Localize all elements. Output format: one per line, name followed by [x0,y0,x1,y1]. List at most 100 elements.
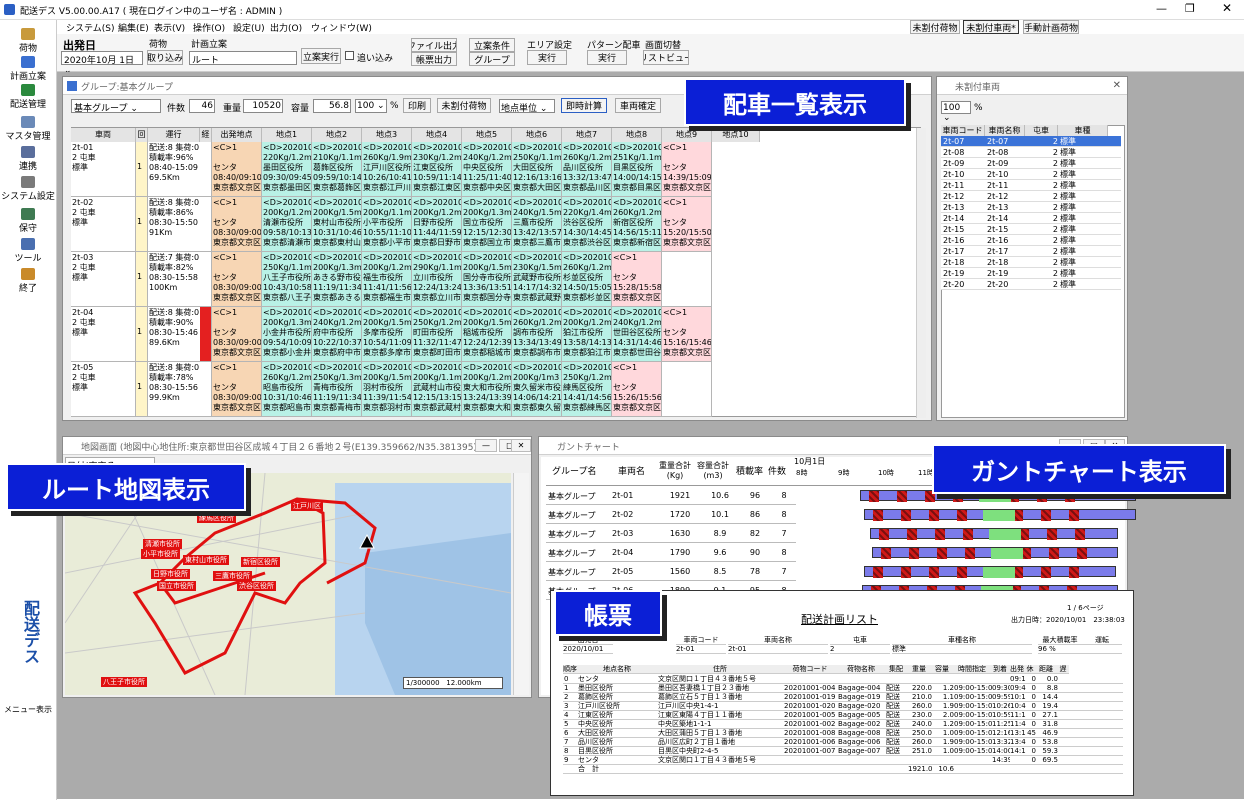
grid-stop-cell[interactable]: <D>20201001- 200Kg/1.3m3 小金井市役所 09:54/10… [262,307,312,362]
date-select[interactable]: 2020年10月 1日 ⌄ [61,51,143,76]
grid-stop-cell[interactable]: <C>1 センタ 15:16/15:46 東京都文京区関口 [662,307,712,362]
grid-stop-cell[interactable]: <D>20201001- 290Kg/1.1m3 立川市役所 12:24/13:… [412,252,462,307]
vehicle-row[interactable]: 2t-09 2t-09 2 標準 [941,158,1121,169]
list-view-button[interactable]: リストビュー [643,50,689,65]
menu-view[interactable]: 表示(V) [154,21,185,34]
sidebar-item-maintenance[interactable]: 保守 [0,208,56,234]
unassigned-vehicle-top-button[interactable]: 未割付車両* [963,20,1019,34]
vehicle-row[interactable]: 2t-10 2t-10 2 標準 [941,169,1121,180]
grid-stop-cell[interactable] [662,362,712,417]
close-icon[interactable]: ✕ [1222,1,1232,15]
grid-route-cell[interactable] [200,307,212,362]
vehicle-row[interactable]: 2t-07 2t-07 2 標準 [941,136,1121,147]
sidebar-item-exit[interactable]: 終了 [0,268,56,294]
grid-stop-cell[interactable]: <D>20201001- 200Kg/1.1m3 小平市役所 10:55/11:… [362,197,412,252]
grid-vehicle-cell[interactable]: 2t-02 2 屯車 標準 [71,197,136,252]
map-label[interactable]: 新宿区役所 [241,557,280,567]
grid-stop-cell[interactable]: <C>1 センタ 14:39/15:09 東京都文京区関口 [662,142,712,197]
map-label[interactable]: 東村山市役所 [183,555,229,565]
grid-stop-cell[interactable]: <C>1 センタ 15:20/15:50 東京都文京区関口 [662,197,712,252]
grid-stop-cell[interactable]: <C>1 センタ 08:30/09:00 東京都文京区関口 [212,252,262,307]
grid-stop-cell[interactable]: <D>20201001- 200Kg/1.2m3 狛江市役所 13:58/14:… [562,307,612,362]
grid-stop-cell[interactable]: <D>20201001- 260Kg/1.9m3 江戸川区役所 10:26/10… [362,142,412,197]
minimize-icon[interactable]: — [1156,2,1167,15]
grid-stop-cell[interactable]: <D>20201001- 200Kg/1.2m3 福生市役所 11:41/11:… [362,252,412,307]
unassigned-cargo-top-button[interactable]: 未割付荷物 [910,20,960,34]
map-label[interactable]: 八王子市役所 [101,677,147,687]
grid-stop-cell[interactable]: <D>20201001- 200Kg/1.5m3 国分寺市役所 13:36/13… [462,252,512,307]
grid-stop-cell[interactable]: <D>20201001- 200Kg/1.1m3 武蔵村山市役所 12:15/1… [412,362,462,417]
grid-stop-cell[interactable]: <D>20201001- 240Kg/1.2m3 中央区役所 11:25/11:… [462,142,512,197]
group-select[interactable]: 基本グループ ⌄ [71,99,161,114]
map-zoom-slider[interactable] [513,473,529,695]
menu-display-toggle[interactable]: メニュー表示 [4,704,52,715]
vehicle-confirm-button[interactable]: 車両確定 [615,98,661,113]
menu-settings[interactable]: 設定(U) [233,21,265,34]
grid-stop-cell[interactable]: <D>20201001- 250Kg/1.3m3 青梅市役所 11:19/11:… [312,362,362,417]
map-label[interactable]: 渋谷区役所 [237,581,276,591]
manual-plan-cargo-button[interactable]: 手動計画荷物 [1023,20,1079,34]
grid-stop-cell[interactable]: <D>20201001- 230Kg/1.5m3 武蔵野市役所 14:17/14… [512,252,562,307]
zoom-select[interactable]: 100 ⌄ [355,99,387,113]
grid-stop-cell[interactable]: <D>20201001- 200Kg/1.2m3 東大和市役所 13:24/13… [462,362,512,417]
grid-stop-cell[interactable]: <C>1 センタ 15:26/15:56 東京都文京区関口 [612,362,662,417]
grid-stop-cell[interactable]: <D>20201001- 220Kg/1.4m3 渋谷区役所 14:30/14:… [562,197,612,252]
grid-route-cell[interactable] [200,252,212,307]
vehicle-row[interactable]: 2t-19 2t-19 2 標準 [941,268,1121,279]
grid-stop-cell[interactable]: <D>20201001- 260Kg/1.2m3 杉並区役所 14:50/15:… [562,252,612,307]
map-minimize-icon[interactable]: — [475,439,497,452]
grid-stop-cell[interactable]: <D>20201001- 220Kg/1.2m3 墨田区役所 09:30/09:… [262,142,312,197]
gantt-bar[interactable] [872,547,1118,559]
sidebar-item-system[interactable]: システム設定 [0,176,56,202]
plan-run-button[interactable]: 立案実行 [301,48,341,64]
grid-stop-cell[interactable]: <C>1 センタ 08:30/09:00 東京都文京区関口 [212,362,262,417]
report-output-button[interactable]: 帳票出力 [411,52,457,66]
grid-stop-cell[interactable] [662,252,712,307]
vehicle-window-close-icon[interactable]: ✕ [1113,80,1121,91]
grid-stop-cell[interactable]: <D>20201001- 200Kg/1m3 東久留米市役所 14:06/14:… [512,362,562,417]
grid-rotation-cell[interactable]: 1 [136,362,148,417]
menu-system[interactable]: システム(S) [66,21,114,34]
grid-stop-cell[interactable]: <D>20201001- 251Kg/1.1m3 目黒区役所 14:00/14:… [612,142,662,197]
sidebar-item-delivery[interactable]: 配送管理 [0,84,56,110]
menu-window[interactable]: ウィンドウ(W) [311,21,372,34]
map-label[interactable]: 小平市役所 [141,549,180,559]
vehicle-row[interactable]: 2t-08 2t-08 2 標準 [941,147,1121,158]
grid-stop-cell[interactable]: <D>20201001- 200Kg/1.3m3 国立市役所 12:15/12:… [462,197,512,252]
grid-rotation-cell[interactable]: 1 [136,252,148,307]
map-label[interactable]: 江戸川区 [291,501,323,511]
gantt-row[interactable]: 基本グループ 2t-01 1921 10.6 96 8 [546,486,796,505]
group-button[interactable]: グループ [469,52,515,66]
grid-stop-cell[interactable]: <D>20201001- 200Kg/1.5m3 稲城市役所 12:24/12:… [462,307,512,362]
gantt-row[interactable]: 基本グループ 2t-03 1630 8.9 82 7 [546,524,796,543]
grid-vehicle-cell[interactable]: 2t-03 2 屯車 標準 [71,252,136,307]
grid-stop-cell[interactable]: <D>20201001- 210Kg/1.1m3 葛飾区役所 09:59/10:… [312,142,362,197]
vehicle-row[interactable]: 2t-15 2t-15 2 標準 [941,224,1121,235]
cargo-import-button[interactable]: 取り込み [147,50,183,65]
unassigned-cargo-button[interactable]: 未割付荷物 [437,98,491,113]
grid-stop-cell[interactable]: <D>20201001- 200Kg/1.2m3 日野市役所 11:44/11:… [412,197,462,252]
grid-stop-cell[interactable]: <D>20201001- 240Kg/1.5m3 三鷹市役所 13:42/13:… [512,197,562,252]
append-checkbox[interactable] [345,51,354,60]
grid-rotation-cell[interactable]: 1 [136,197,148,252]
grid-stop-cell[interactable]: <D>20201001- 250Kg/1.2m3 練馬区役所 14:41/14:… [562,362,612,417]
sidebar-item-master[interactable]: マスタ管理 [0,116,56,142]
grid-route-cell[interactable] [200,197,212,252]
grid-stop-cell[interactable]: <C>1 センタ 08:30/09:00 東京都文京区関口 [212,197,262,252]
grid-stop-cell[interactable]: <D>20201001- 250Kg/1.1m3 八王子市役所 10:43/10… [262,252,312,307]
map-close-icon[interactable]: ✕ [511,439,531,452]
print-button[interactable]: 印刷 [403,98,431,113]
sidebar-item-tools[interactable]: ツール [0,238,56,264]
grid-route-cell[interactable] [200,142,212,197]
grid-stop-cell[interactable]: <D>20201001- 240Kg/1.2m3 世田谷区役所 14:31/14… [612,307,662,362]
grid-stop-cell[interactable]: <D>20201001- 260Kg/1.2m3 昭島市役所 10:31/10:… [262,362,312,417]
menu-operate[interactable]: 操作(O) [193,21,225,34]
file-output-button[interactable]: ファイル出力 [411,38,457,52]
grid-stop-cell[interactable]: <C>1 センタ 15:28/15:58 東京都文京区関口 [612,252,662,307]
menu-output[interactable]: 出力(O) [270,21,302,34]
sidebar-item-cargo[interactable]: 荷物 [0,28,56,54]
grid-stop-cell[interactable]: <D>20201001- 260Kg/1.2m3 新宿区役所 14:56/15:… [612,197,662,252]
map-label[interactable]: 国立市役所 [157,581,196,591]
grid-stop-cell[interactable]: <D>20201001- 250Kg/1.1m3 大田区役所 12:16/13:… [512,142,562,197]
grid-stop-cell[interactable]: <D>20201001- 200Kg/1.5m3 多摩市役所 10:54/11:… [362,307,412,362]
